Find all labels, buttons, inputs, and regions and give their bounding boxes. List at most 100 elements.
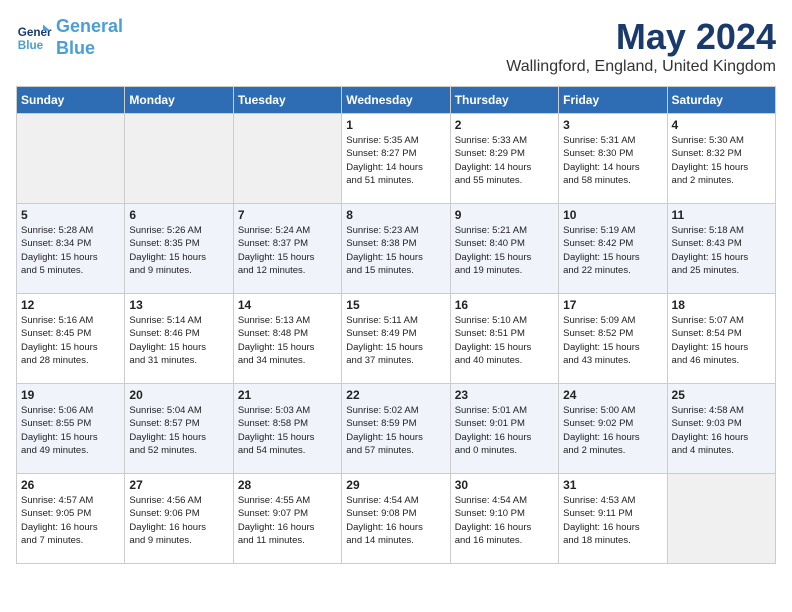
- day-number: 23: [455, 388, 554, 402]
- day-info: Sunrise: 5:01 AM Sunset: 9:01 PM Dayligh…: [455, 404, 554, 457]
- day-info: Sunrise: 5:09 AM Sunset: 8:52 PM Dayligh…: [563, 314, 662, 367]
- day-cell: 30 Sunrise: 4:54 AM Sunset: 9:10 PM Dayli…: [450, 474, 558, 564]
- day-number: 31: [563, 478, 662, 492]
- weekday-header-saturday: Saturday: [667, 87, 775, 114]
- day-cell: 8 Sunrise: 5:23 AM Sunset: 8:38 PM Daylig…: [342, 204, 450, 294]
- week-row-1: 1Sunrise: 5:35 AM Sunset: 8:27 PM Daylig…: [17, 114, 776, 204]
- day-number: 25: [672, 388, 771, 402]
- weekday-header-thursday: Thursday: [450, 87, 558, 114]
- day-cell: 28Sunrise: 4:55 AM Sunset: 9:07 PM Dayli…: [233, 474, 341, 564]
- day-info: Sunrise: 5:00 AM Sunset: 9:02 PM Dayligh…: [563, 404, 662, 457]
- day-cell: 1Sunrise: 5:35 AM Sunset: 8:27 PM Daylig…: [342, 114, 450, 204]
- day-number: 3: [563, 118, 662, 132]
- day-cell: 13Sunrise: 5:14 AM Sunset: 8:46 PM Dayli…: [125, 294, 233, 384]
- weekday-header-sunday: Sunday: [17, 87, 125, 114]
- day-cell: 15 Sunrise: 5:11 AM Sunset: 8:49 PM Dayli…: [342, 294, 450, 384]
- day-number: 19: [21, 388, 120, 402]
- logo-text: General Blue: [56, 16, 123, 59]
- week-row-2: 5Sunrise: 5:28 AM Sunset: 8:34 PM Daylig…: [17, 204, 776, 294]
- day-cell: 26 Sunrise: 4:57 AM Sunset: 9:05 PM Dayli…: [17, 474, 125, 564]
- day-info: Sunrise: 5:11 AM Sunset: 8:49 PM Dayligh…: [346, 314, 445, 367]
- day-number: 13: [129, 298, 228, 312]
- day-info: Sunrise: 5:35 AM Sunset: 8:27 PM Dayligh…: [346, 134, 445, 187]
- day-number: 17: [563, 298, 662, 312]
- day-info: Sunrise: 5:30 AM Sunset: 8:32 PM Dayligh…: [672, 134, 771, 187]
- day-number: 22: [346, 388, 445, 402]
- day-number: 16: [455, 298, 554, 312]
- day-info: Sunrise: 5:21 AM Sunset: 8:40 PM Dayligh…: [455, 224, 554, 277]
- day-cell: 25 Sunrise: 4:58 AM Sunset: 9:03 PM Dayli…: [667, 384, 775, 474]
- day-cell: 14Sunrise: 5:13 AM Sunset: 8:48 PM Dayli…: [233, 294, 341, 384]
- weekday-header-monday: Monday: [125, 87, 233, 114]
- title-block: May 2024 Wallingford, England, United Ki…: [506, 16, 776, 76]
- day-info: Sunrise: 5:23 AM Sunset: 8:38 PM Dayligh…: [346, 224, 445, 277]
- day-cell: 19 Sunrise: 5:06 AM Sunset: 8:55 PM Dayli…: [17, 384, 125, 474]
- day-number: 11: [672, 208, 771, 222]
- day-number: 29: [346, 478, 445, 492]
- day-cell: 3 Sunrise: 5:31 AM Sunset: 8:30 PM Daylig…: [559, 114, 667, 204]
- page-header: General Blue General Blue May 2024 Walli…: [16, 16, 776, 76]
- weekday-header-tuesday: Tuesday: [233, 87, 341, 114]
- day-info: Sunrise: 5:31 AM Sunset: 8:30 PM Dayligh…: [563, 134, 662, 187]
- day-number: 26: [21, 478, 120, 492]
- calendar-header: SundayMondayTuesdayWednesdayThursdayFrid…: [17, 87, 776, 114]
- day-info: Sunrise: 5:18 AM Sunset: 8:43 PM Dayligh…: [672, 224, 771, 277]
- day-cell: [233, 114, 341, 204]
- day-cell: 21Sunrise: 5:03 AM Sunset: 8:58 PM Dayli…: [233, 384, 341, 474]
- day-info: Sunrise: 4:54 AM Sunset: 9:10 PM Dayligh…: [455, 494, 554, 547]
- day-cell: 4 Sunrise: 5:30 AM Sunset: 8:32 PM Daylig…: [667, 114, 775, 204]
- calendar-body: 1Sunrise: 5:35 AM Sunset: 8:27 PM Daylig…: [17, 114, 776, 564]
- day-cell: 31 Sunrise: 4:53 AM Sunset: 9:11 PM Dayli…: [559, 474, 667, 564]
- day-cell: 23 Sunrise: 5:01 AM Sunset: 9:01 PM Dayli…: [450, 384, 558, 474]
- day-cell: 10 Sunrise: 5:19 AM Sunset: 8:42 PM Dayli…: [559, 204, 667, 294]
- weekday-header-friday: Friday: [559, 87, 667, 114]
- day-info: Sunrise: 4:53 AM Sunset: 9:11 PM Dayligh…: [563, 494, 662, 547]
- day-number: 27: [129, 478, 228, 492]
- day-info: Sunrise: 5:19 AM Sunset: 8:42 PM Dayligh…: [563, 224, 662, 277]
- day-cell: [667, 474, 775, 564]
- day-cell: 2Sunrise: 5:33 AM Sunset: 8:29 PM Daylig…: [450, 114, 558, 204]
- day-info: Sunrise: 5:07 AM Sunset: 8:54 PM Dayligh…: [672, 314, 771, 367]
- day-info: Sunrise: 5:10 AM Sunset: 8:51 PM Dayligh…: [455, 314, 554, 367]
- day-number: 4: [672, 118, 771, 132]
- week-row-4: 19 Sunrise: 5:06 AM Sunset: 8:55 PM Dayli…: [17, 384, 776, 474]
- day-info: Sunrise: 4:55 AM Sunset: 9:07 PM Dayligh…: [238, 494, 337, 547]
- day-info: Sunrise: 4:54 AM Sunset: 9:08 PM Dayligh…: [346, 494, 445, 547]
- month-title: May 2024: [506, 16, 776, 58]
- day-info: Sunrise: 4:56 AM Sunset: 9:06 PM Dayligh…: [129, 494, 228, 547]
- day-number: 7: [238, 208, 337, 222]
- day-cell: 9Sunrise: 5:21 AM Sunset: 8:40 PM Daylig…: [450, 204, 558, 294]
- calendar-table: SundayMondayTuesdayWednesdayThursdayFrid…: [16, 86, 776, 564]
- day-cell: 17 Sunrise: 5:09 AM Sunset: 8:52 PM Dayli…: [559, 294, 667, 384]
- day-number: 8: [346, 208, 445, 222]
- weekday-header-wednesday: Wednesday: [342, 87, 450, 114]
- week-row-5: 26 Sunrise: 4:57 AM Sunset: 9:05 PM Dayli…: [17, 474, 776, 564]
- weekday-row: SundayMondayTuesdayWednesdayThursdayFrid…: [17, 87, 776, 114]
- day-cell: 22 Sunrise: 5:02 AM Sunset: 8:59 PM Dayli…: [342, 384, 450, 474]
- day-number: 15: [346, 298, 445, 312]
- day-number: 6: [129, 208, 228, 222]
- day-info: Sunrise: 5:13 AM Sunset: 8:48 PM Dayligh…: [238, 314, 337, 367]
- day-cell: 18Sunrise: 5:07 AM Sunset: 8:54 PM Dayli…: [667, 294, 775, 384]
- logo: General Blue General Blue: [16, 16, 123, 59]
- day-cell: 12 Sunrise: 5:16 AM Sunset: 8:45 PM Dayli…: [17, 294, 125, 384]
- day-number: 20: [129, 388, 228, 402]
- day-info: Sunrise: 5:02 AM Sunset: 8:59 PM Dayligh…: [346, 404, 445, 457]
- day-cell: 7 Sunrise: 5:24 AM Sunset: 8:37 PM Daylig…: [233, 204, 341, 294]
- day-number: 30: [455, 478, 554, 492]
- day-info: Sunrise: 5:24 AM Sunset: 8:37 PM Dayligh…: [238, 224, 337, 277]
- day-number: 2: [455, 118, 554, 132]
- day-info: Sunrise: 5:16 AM Sunset: 8:45 PM Dayligh…: [21, 314, 120, 367]
- day-number: 12: [21, 298, 120, 312]
- day-info: Sunrise: 4:58 AM Sunset: 9:03 PM Dayligh…: [672, 404, 771, 457]
- day-info: Sunrise: 4:57 AM Sunset: 9:05 PM Dayligh…: [21, 494, 120, 547]
- logo-line2: Blue: [56, 38, 95, 58]
- day-info: Sunrise: 5:06 AM Sunset: 8:55 PM Dayligh…: [21, 404, 120, 457]
- logo-line1: General: [56, 16, 123, 36]
- svg-text:Blue: Blue: [18, 38, 44, 51]
- day-number: 10: [563, 208, 662, 222]
- day-number: 5: [21, 208, 120, 222]
- week-row-3: 12 Sunrise: 5:16 AM Sunset: 8:45 PM Dayli…: [17, 294, 776, 384]
- day-cell: 24Sunrise: 5:00 AM Sunset: 9:02 PM Dayli…: [559, 384, 667, 474]
- day-cell: 27 Sunrise: 4:56 AM Sunset: 9:06 PM Dayli…: [125, 474, 233, 564]
